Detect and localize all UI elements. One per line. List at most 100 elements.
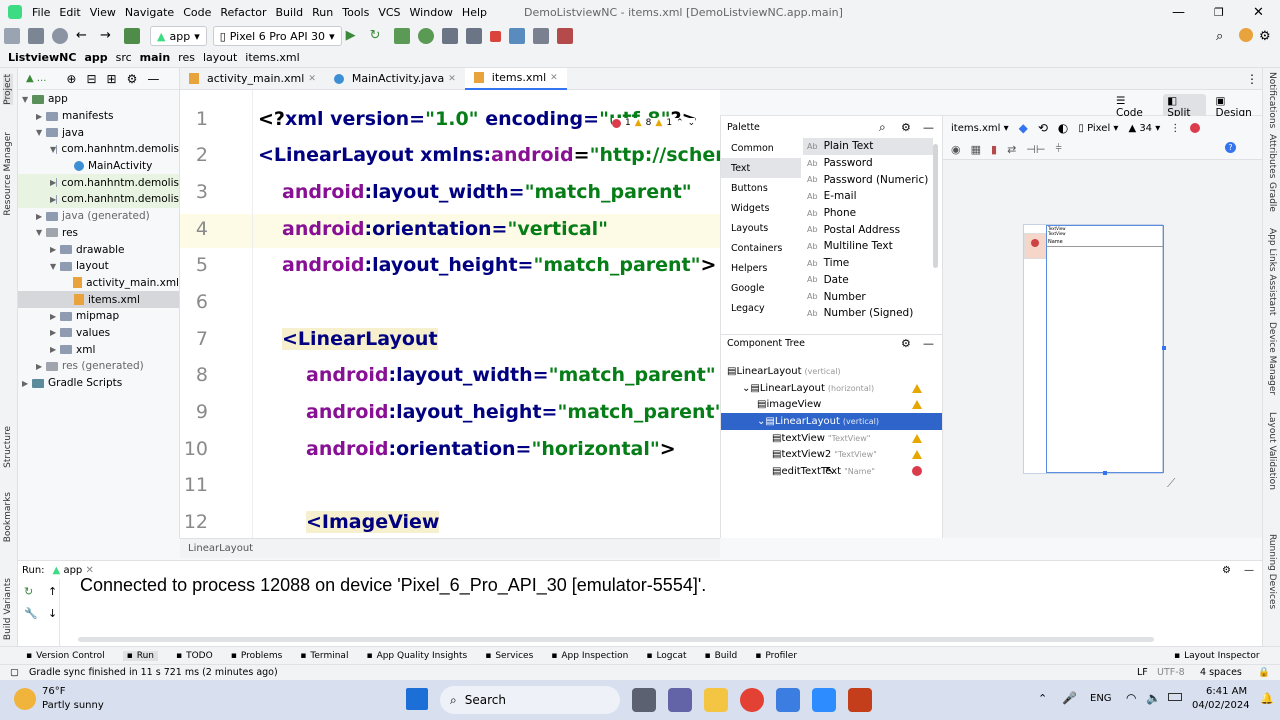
code-line[interactable]: android:layout_height="match_parent"	[306, 401, 720, 423]
tab-items-xml[interactable]: items.xml ✕	[464, 67, 567, 90]
code-line[interactable]: android:orientation="vertical"	[282, 218, 608, 240]
menu-build[interactable]: Build	[276, 6, 304, 19]
project-tree-item[interactable]: ▶ values	[18, 325, 179, 342]
android-studio-icon[interactable]	[776, 688, 800, 712]
teams-icon[interactable]	[668, 688, 692, 712]
component-tree-node[interactable]: ▤ LinearLayout (vertical)	[721, 363, 942, 380]
palette-item[interactable]: Ab Plain Text	[803, 138, 933, 155]
powerpoint-icon[interactable]	[848, 688, 872, 712]
tab-main-activity-java[interactable]: MainActivity.java ✕	[325, 68, 465, 90]
chevron-right-icon[interactable]: ▶	[50, 328, 60, 337]
palette-category-widgets[interactable]: Widgets	[721, 198, 801, 218]
palette-item[interactable]: Ab Password	[803, 155, 933, 172]
chevron-down-icon[interactable]: ▼	[36, 128, 46, 137]
notification-bell-icon[interactable]: 🔔	[1260, 692, 1274, 705]
menu-refactor[interactable]: Refactor	[220, 6, 266, 19]
help-icon[interactable]: ?	[1225, 142, 1236, 153]
error-icon[interactable]	[912, 466, 922, 477]
night-mode-icon[interactable]: ◐	[1058, 121, 1068, 135]
debug-icon[interactable]	[417, 28, 434, 44]
project-tree-item[interactable]: ▶ com.hanhntm.demolis	[18, 174, 179, 192]
status-message[interactable]: Gradle sync finished in 11 s 721 ms (2 m…	[29, 667, 278, 678]
chevron-right-icon[interactable]: ▶	[36, 212, 46, 221]
device-preview[interactable]: TextView TextView Name	[1023, 224, 1166, 475]
hide-icon[interactable]: —	[923, 337, 934, 350]
code-line[interactable]: <LinearLayout	[282, 328, 438, 350]
palette-category-containers[interactable]: Containers	[721, 238, 801, 258]
open-folder-icon[interactable]	[4, 28, 20, 44]
hide-icon[interactable]: —	[923, 121, 934, 134]
code-line[interactable]: <ImageView	[306, 511, 440, 533]
palette-category-google[interactable]: Google	[721, 278, 801, 298]
menu-tools[interactable]: Tools	[342, 6, 369, 19]
component-tree-node[interactable]: ▤ textView2 "TextView"	[721, 446, 942, 463]
editor-breadcrumb-label[interactable]: LinearLayout	[188, 543, 253, 554]
back-icon[interactable]: ←	[76, 28, 92, 44]
close-tab-icon[interactable]: ✕	[448, 74, 456, 84]
code-editor[interactable]: 1<?xml version="1.0" encoding="utf-8"?>2…	[180, 90, 720, 538]
attributes-tool-tab[interactable]: Attributes	[1267, 134, 1277, 178]
maximize-button[interactable]: ❐	[1214, 6, 1224, 19]
bookmarks-tool-tab[interactable]: Bookmarks	[3, 492, 13, 542]
minimize-button[interactable]: —	[1172, 5, 1185, 20]
menu-window[interactable]: Window	[410, 6, 453, 19]
project-tree-item[interactable]: ▶ java (generated)	[18, 208, 179, 225]
running-devices-tool-tab[interactable]: Running Devices	[1267, 534, 1277, 609]
chevron-right-icon[interactable]: ▶	[36, 112, 46, 121]
textview2-preview[interactable]: TextView	[1047, 231, 1163, 236]
chevron-right-icon[interactable]: ▶	[22, 379, 32, 388]
taskbar-search[interactable]: ⌕ Search	[440, 686, 620, 714]
rerun-icon[interactable]: ↻	[24, 585, 33, 598]
previous-highlight-icon[interactable]: ⌃	[676, 118, 684, 128]
menu-edit[interactable]: Edit	[59, 6, 80, 19]
chrome-icon[interactable]	[740, 688, 764, 712]
palette-item[interactable]: Ab Number	[803, 288, 933, 305]
gear-icon[interactable]: ⚙	[901, 121, 911, 134]
layout-validation-tool-tab[interactable]: Layout Validation	[1267, 412, 1277, 490]
chevron-right-icon[interactable]: ▶	[50, 345, 60, 354]
make-project-icon[interactable]	[124, 28, 140, 44]
project-tree-item[interactable]: ▼ java	[18, 124, 179, 141]
menu-run[interactable]: Run	[312, 6, 333, 19]
warning-icon[interactable]	[912, 433, 922, 443]
close-tab-icon[interactable]: ✕	[85, 565, 93, 576]
weather-icon[interactable]	[14, 688, 36, 710]
breadcrumb-item[interactable]: ListviewNC	[8, 51, 76, 64]
breadcrumb-item[interactable]: src	[116, 51, 132, 64]
project-tree-item[interactable]: ▶ manifests	[18, 108, 179, 125]
palette-category-common[interactable]: Common	[721, 138, 801, 158]
warning-icon[interactable]	[912, 400, 922, 410]
gear-icon[interactable]: ⚙	[127, 72, 138, 86]
code-line[interactable]: android:layout_width="match_parent"	[306, 364, 716, 386]
file-explorer-icon[interactable]	[704, 688, 728, 712]
chevron-down-icon[interactable]: ▼	[50, 262, 60, 271]
status-toggle-icon[interactable]: ▢	[10, 667, 19, 678]
clock-time[interactable]: 6:41 AM	[1206, 686, 1247, 697]
next-highlight-icon[interactable]: ⌄	[688, 118, 696, 128]
palette-item[interactable]: Ab E-mail	[803, 188, 933, 205]
build-variants-tool-tab[interactable]: Build Variants	[3, 578, 13, 640]
apply-code-changes-icon[interactable]	[393, 28, 410, 44]
inner-layout-preview[interactable]: TextView TextView Name	[1046, 225, 1166, 475]
language-indicator[interactable]: ENG	[1090, 693, 1112, 704]
profile-icon[interactable]	[441, 28, 458, 44]
palette-item[interactable]: Ab Password (Numeric)	[803, 171, 933, 188]
lock-icon[interactable]: 🔒	[1258, 667, 1270, 678]
bottom-tab[interactable]: ▪ Version Control	[26, 651, 105, 661]
sync-icon[interactable]	[52, 28, 68, 44]
chevron-down-icon[interactable]: ⌄	[742, 383, 750, 394]
structure-tool-tab[interactable]: Structure	[3, 426, 13, 468]
indent-setting[interactable]: 4 spaces	[1200, 667, 1242, 678]
project-tree-item[interactable]: MainActivity	[18, 158, 179, 175]
palette-scrollbar[interactable]	[933, 144, 938, 268]
expand-all-icon[interactable]: ⊞	[107, 72, 117, 86]
chevron-up-icon[interactable]: ⌃	[1038, 692, 1047, 705]
code-line[interactable]: <LinearLayout xmlns:android="http://sche…	[258, 144, 720, 166]
hide-icon[interactable]: —	[1244, 565, 1254, 576]
sdk-manager-icon[interactable]	[532, 28, 549, 44]
stop-icon[interactable]	[489, 30, 501, 42]
gear-icon[interactable]: ⚙	[901, 337, 911, 350]
resize-corner-icon[interactable]: ⟋	[1167, 476, 1175, 491]
windows-start-icon[interactable]	[406, 688, 428, 710]
palette-item[interactable]: Ab Time	[803, 255, 933, 272]
